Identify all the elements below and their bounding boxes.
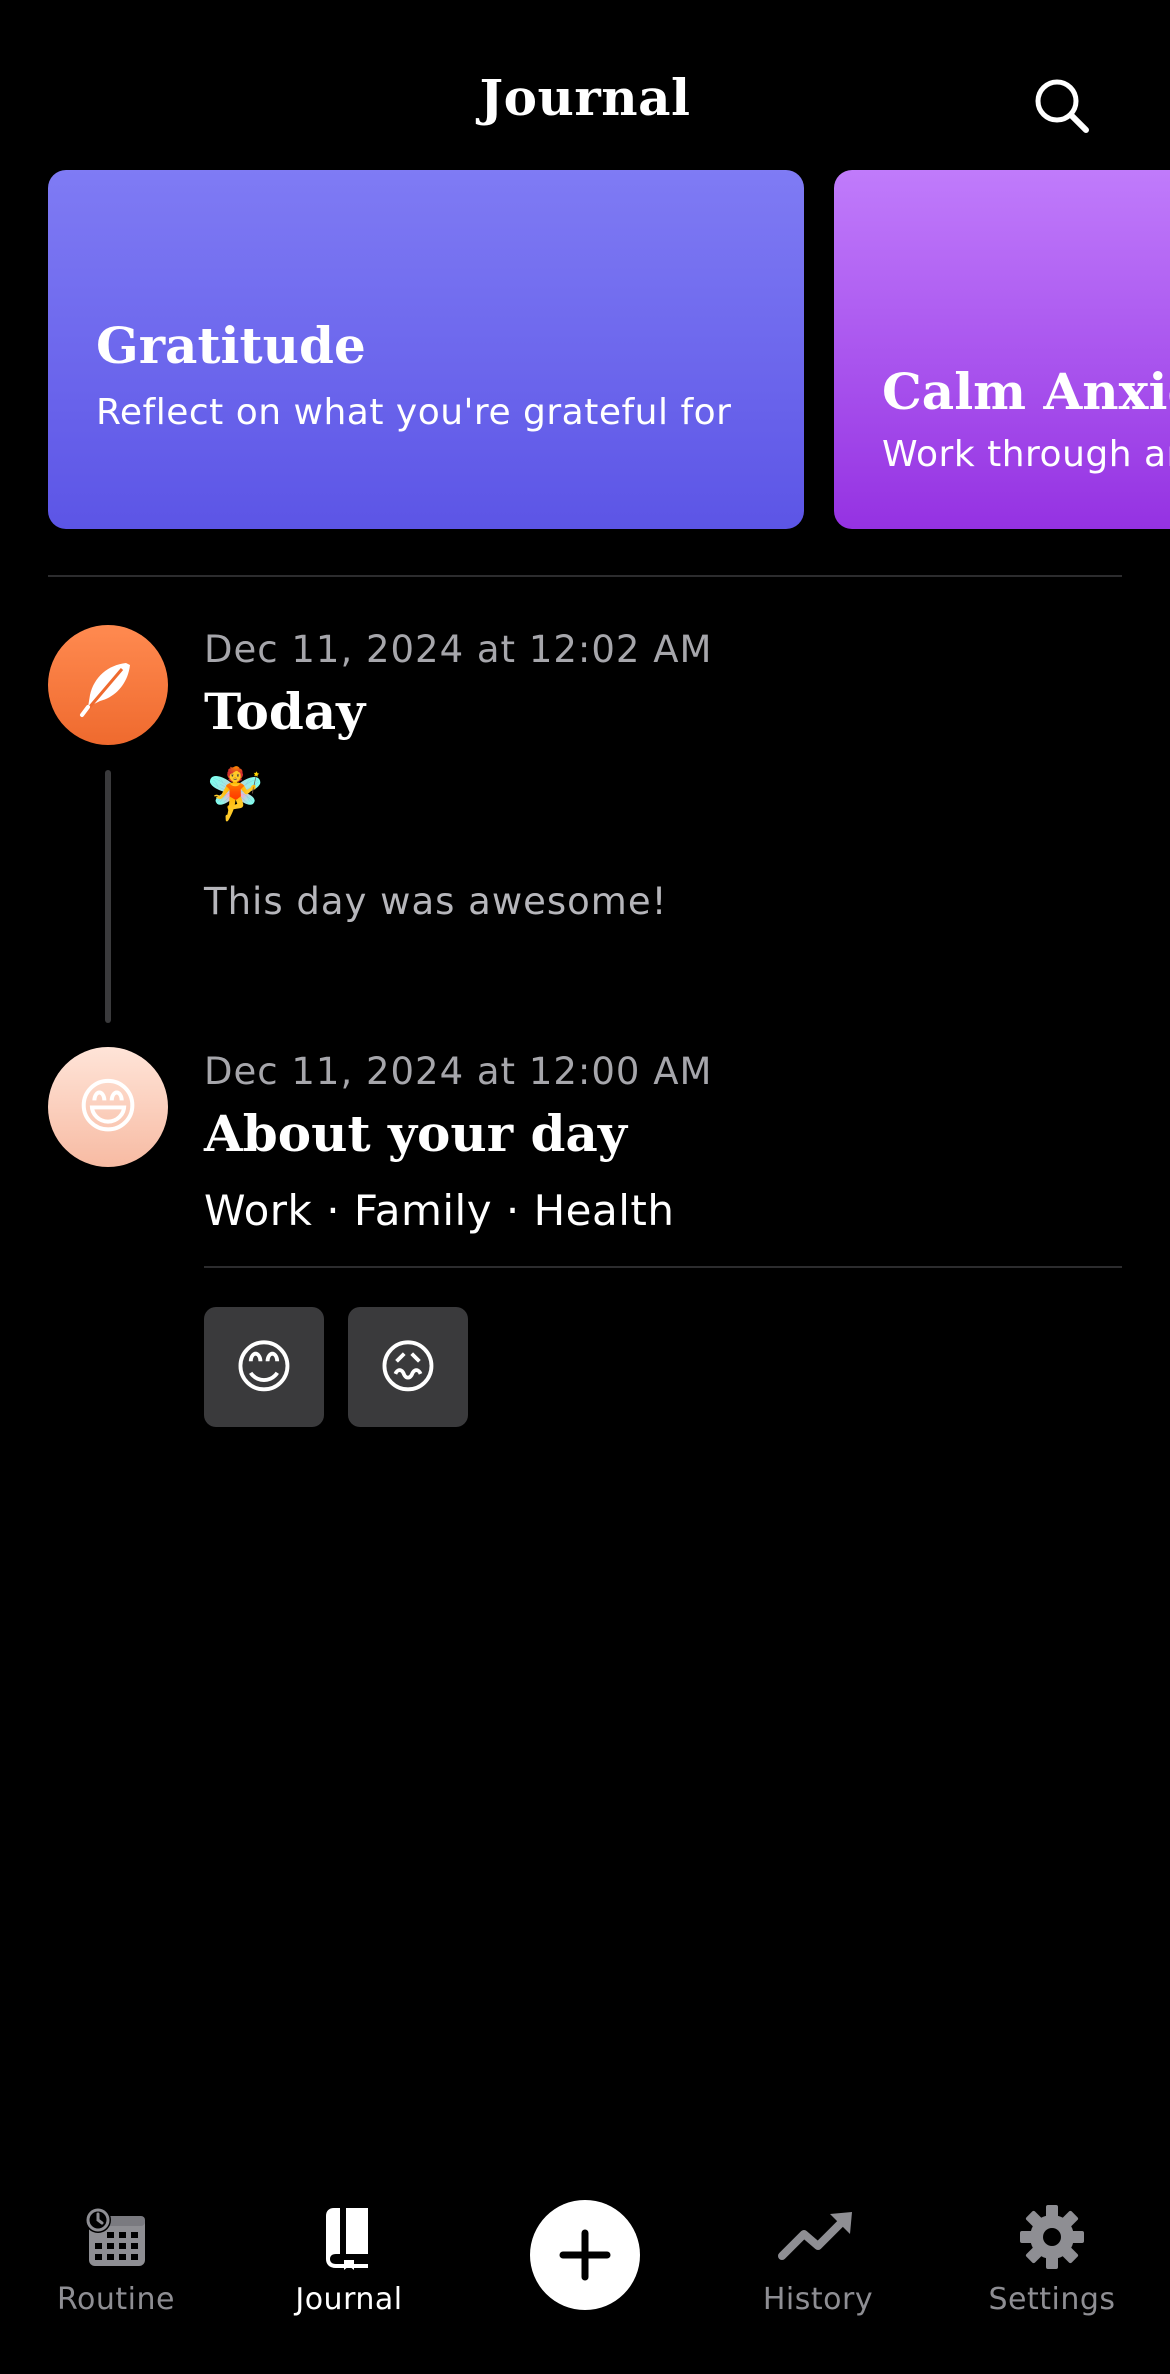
mood-chip[interactable]: 😖	[348, 1307, 468, 1427]
entry-icon-badge: 😄	[48, 1047, 168, 1167]
mood-chip[interactable]: 😊	[204, 1307, 324, 1427]
prompt-card-calm-anxiety[interactable]: Calm Anxiety Work through anxious though…	[834, 170, 1170, 529]
book-icon	[326, 2208, 368, 2270]
entry-tags: Work · Family · Health	[204, 1186, 675, 1235]
entry-date: Dec 11, 2024 at 12:02 AM	[204, 628, 713, 671]
search-button[interactable]	[1030, 74, 1094, 138]
tab-label: Settings	[988, 2282, 1116, 2317]
gear-icon	[1020, 2205, 1084, 2269]
plus-icon	[559, 2229, 611, 2281]
tab-label: History	[762, 2282, 874, 2317]
feather-icon	[80, 663, 130, 717]
timeline-connector	[105, 770, 111, 1023]
tab-journal[interactable]: Journal	[249, 2180, 449, 2317]
header: Journal	[0, 0, 1170, 170]
tab-label: Routine	[57, 2282, 175, 2317]
prompt-card-title: Gratitude	[96, 316, 366, 375]
divider	[204, 1266, 1122, 1268]
search-icon	[1035, 79, 1089, 133]
prompt-card-title: Calm Anxiety	[882, 362, 1170, 421]
prompt-card-description: Reflect on what you're grateful for	[96, 392, 732, 433]
prompt-card-description: Work through anxious thoughts	[882, 434, 1170, 475]
entry-title[interactable]: Today	[204, 682, 365, 741]
prompt-carousel[interactable]: Gratitude Reflect on what you're gratefu…	[0, 170, 1170, 530]
page-title: Journal	[479, 68, 691, 127]
trending-up-icon	[778, 2212, 852, 2260]
tab-label: Journal	[295, 2282, 403, 2317]
entry-icon-badge	[48, 625, 168, 745]
entry-body[interactable]: This day was awesome!	[204, 880, 667, 923]
calendar-clock-icon	[85, 2207, 145, 2266]
entry-title[interactable]: About your day	[204, 1104, 627, 1163]
tab-settings[interactable]: Settings	[952, 2180, 1152, 2317]
tab-routine[interactable]: Routine	[16, 2180, 216, 2317]
tab-history[interactable]: History	[718, 2180, 918, 2317]
add-entry-button[interactable]	[530, 2200, 640, 2310]
entry-emoji: 🧚	[204, 765, 267, 823]
prompt-card-gratitude[interactable]: Gratitude Reflect on what you're gratefu…	[48, 170, 804, 529]
tab-bar: Routine Journal History Settings	[0, 2180, 1170, 2374]
entry-date: Dec 11, 2024 at 12:00 AM	[204, 1050, 713, 1093]
divider	[48, 575, 1122, 577]
